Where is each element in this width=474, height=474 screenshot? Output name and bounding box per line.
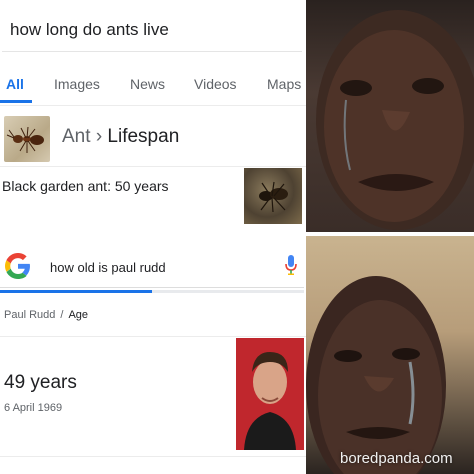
search-bar[interactable]: how old is paul rudd — [0, 242, 304, 293]
person-portrait-icon — [236, 338, 304, 450]
ant-photo-image[interactable] — [244, 168, 302, 224]
crying-face-icon — [316, 10, 474, 230]
microphone-icon[interactable] — [284, 254, 298, 276]
active-tab-indicator — [0, 100, 32, 103]
breadcrumb-separator: / — [60, 309, 64, 321]
person-photo[interactable] — [236, 338, 304, 450]
search-tabs: All Images News Videos Maps — [0, 62, 306, 106]
paul-rudd-search-panel: how old is paul rudd Paul Rudd / Age 49 ye… — [0, 236, 306, 474]
watermark-text: boredpanda.com — [340, 450, 453, 467]
divider — [0, 456, 306, 457]
crying-man-photo-bottom — [306, 236, 474, 474]
crying-man-photo-top — [306, 0, 474, 232]
progress-fill — [0, 290, 152, 293]
ant-icon — [6, 126, 44, 153]
breadcrumb: Paul Rudd / Age — [4, 309, 88, 321]
birth-date: 6 April 1969 — [4, 402, 63, 414]
search-query-text[interactable]: how long do ants live — [10, 20, 169, 40]
divider — [0, 166, 306, 167]
google-g-logo-icon — [5, 253, 30, 279]
breadcrumb-attribute: Age — [68, 309, 89, 321]
answer-text: Black garden ant: 50 years — [2, 178, 169, 194]
tab-all[interactable]: All — [6, 76, 24, 92]
chevron-right-icon: › — [95, 126, 103, 147]
ant-thumbnail-image[interactable] — [4, 116, 50, 162]
heading-topic: Lifespan — [107, 126, 180, 147]
ant-search-panel: how long do ants live All Images News Vi… — [0, 0, 306, 232]
heading-subject: Ant — [62, 126, 91, 147]
tab-news[interactable]: News — [130, 76, 165, 92]
crying-face-icon — [306, 276, 446, 474]
loading-progress-bar — [0, 290, 304, 293]
divider — [0, 336, 306, 337]
ant-icon — [259, 181, 288, 213]
tab-videos[interactable]: Videos — [194, 76, 237, 92]
knowledge-heading[interactable]: Ant › Lifespan — [62, 126, 179, 148]
tab-maps[interactable]: Maps — [267, 76, 301, 92]
age-answer: 49 years — [4, 372, 77, 393]
tab-images[interactable]: Images — [54, 76, 100, 92]
breadcrumb-subject[interactable]: Paul Rudd — [4, 309, 55, 321]
search-query-text[interactable]: how old is paul rudd — [50, 260, 166, 275]
search-bar[interactable]: how long do ants live — [2, 4, 302, 52]
